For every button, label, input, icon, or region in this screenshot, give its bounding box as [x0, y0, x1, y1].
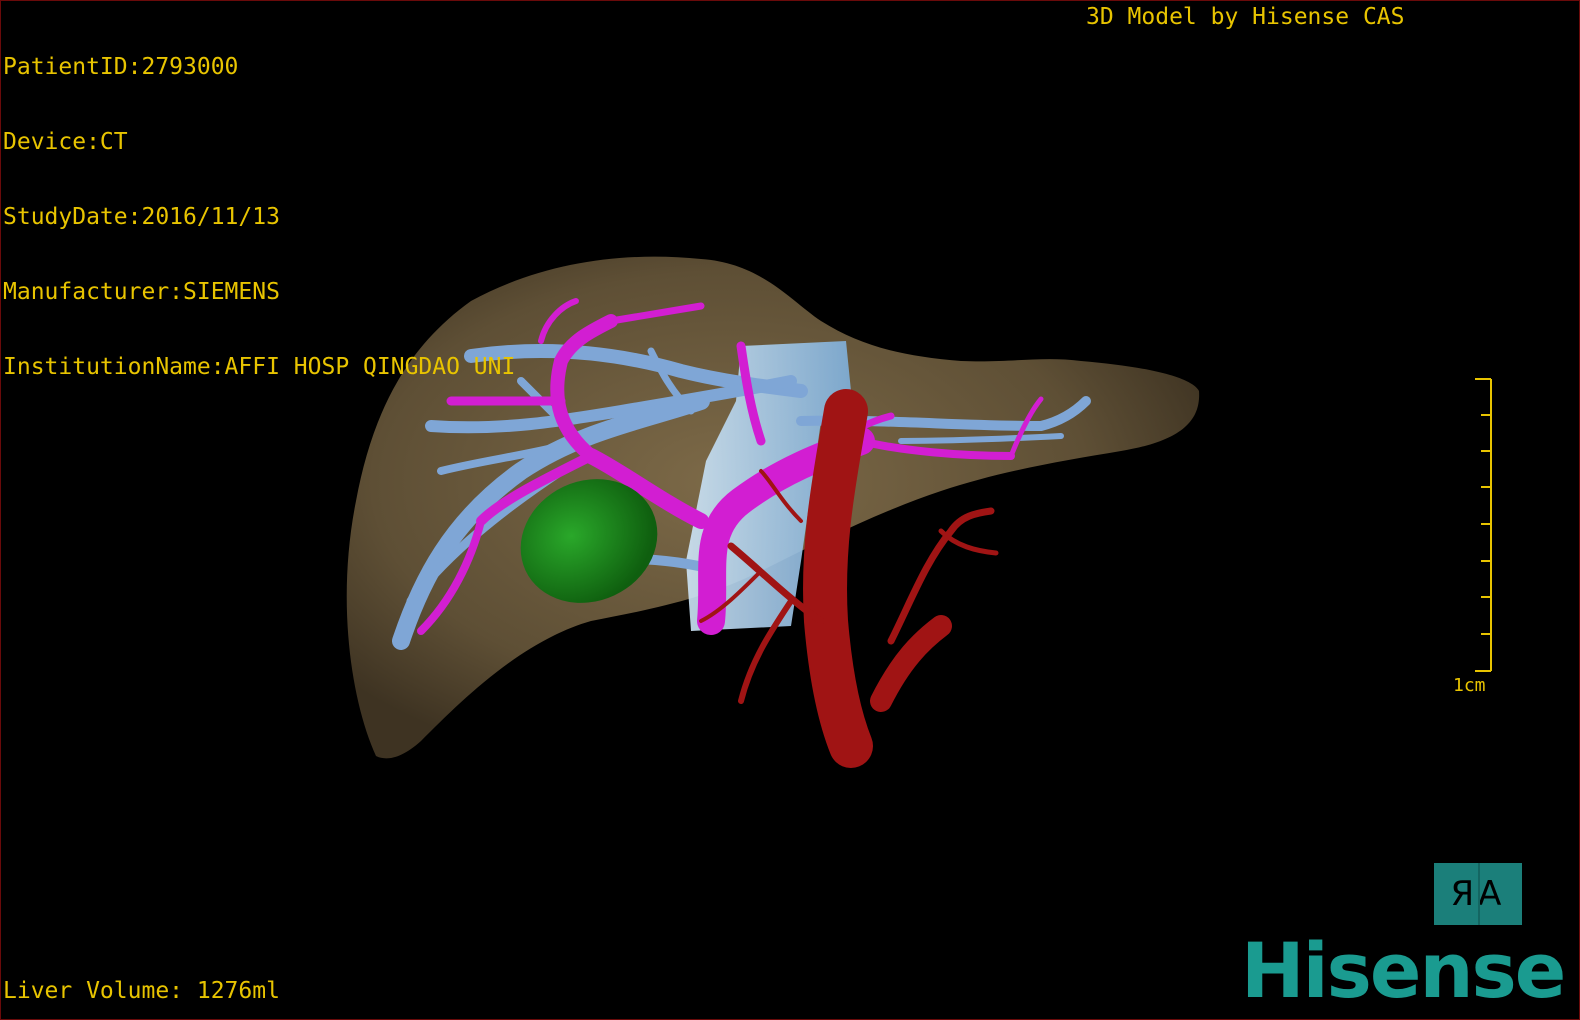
model-credit: 3D Model by Hisense CAS — [1086, 4, 1405, 30]
orientation-toggle-button[interactable]: ЯA — [1434, 863, 1522, 925]
scale-label: 1cm — [1453, 675, 1486, 696]
hisense-logo: Hisense — [1241, 926, 1566, 1015]
dicom-info-panel: PatientID:2793000 Device:CT StudyDate:20… — [3, 5, 515, 430]
button-divider — [1478, 863, 1480, 925]
device: Device:CT — [3, 129, 128, 155]
scale-bar — [1475, 378, 1492, 672]
institution-name: InstitutionName:AFFI HOSP QINGDAO UNI — [3, 354, 516, 380]
study-date: StudyDate:2016/11/13 — [3, 204, 280, 230]
liver-volume: Liver Volume: 1276ml — [3, 978, 280, 1004]
3d-viewport[interactable]: PatientID:2793000 Device:CT StudyDate:20… — [0, 0, 1580, 1020]
patient-id: PatientID:2793000 — [3, 54, 239, 80]
manufacturer: Manufacturer:SIEMENS — [3, 279, 280, 305]
